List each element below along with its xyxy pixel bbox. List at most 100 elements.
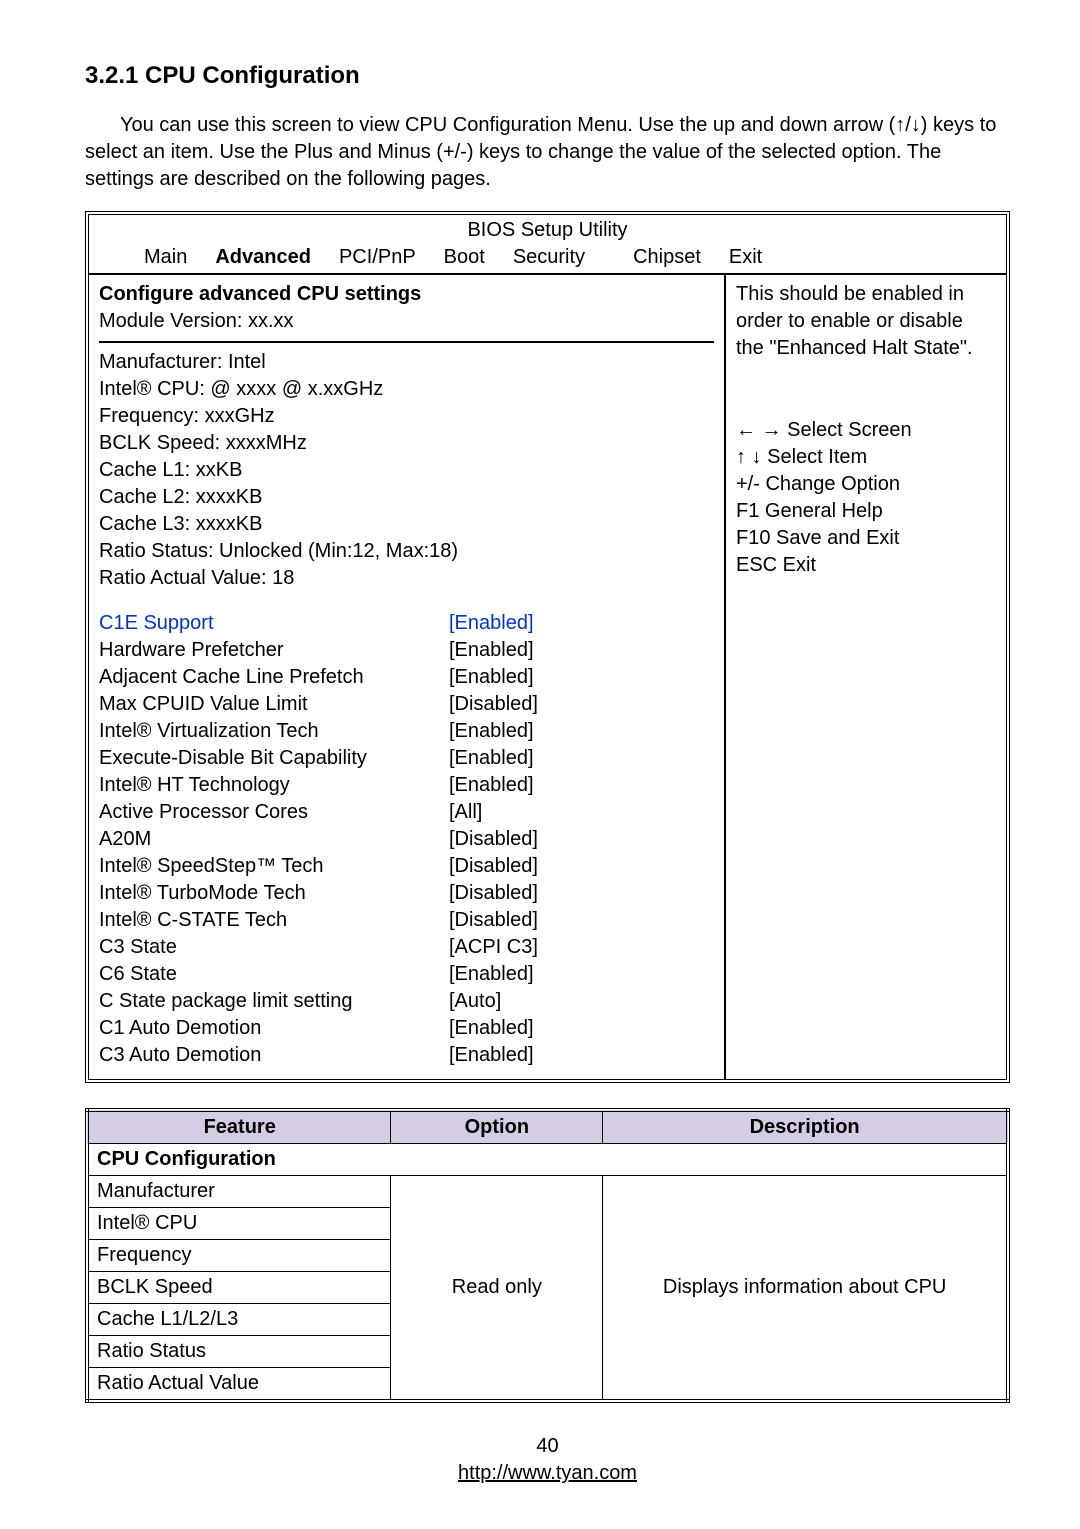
setting-value: [Enabled] xyxy=(449,718,534,745)
setting-row[interactable]: A20M[Disabled] xyxy=(99,826,714,853)
selected-label: C1E Support xyxy=(99,610,449,637)
setting-label: Execute-Disable Bit Capability xyxy=(99,745,449,772)
sysinfo-line: Frequency: xxxGHz xyxy=(99,403,714,430)
table-subhead: CPU Configuration xyxy=(87,1144,1008,1176)
nav-line: ↑ ↓ Select Item xyxy=(736,444,996,471)
setting-value: [Auto] xyxy=(449,988,501,1015)
menu-pcipnp[interactable]: PCI/PnP xyxy=(339,244,416,271)
sysinfo-line: BCLK Speed: xxxxMHz xyxy=(99,430,714,457)
setting-value: [ACPI C3] xyxy=(449,934,538,961)
sysinfo-line: Cache L2: xxxxKB xyxy=(99,484,714,511)
sysinfo-line: Cache L3: xxxxKB xyxy=(99,511,714,538)
setting-label: C6 State xyxy=(99,961,449,988)
nav-line: ESC Exit xyxy=(736,552,996,579)
setting-label: A20M xyxy=(99,826,449,853)
col-feature: Feature xyxy=(87,1110,391,1144)
selected-setting[interactable]: C1E Support [Enabled] xyxy=(99,610,714,637)
setting-label: Intel® SpeedStep™ Tech xyxy=(99,853,449,880)
feature-table: Feature Option Description CPU Configura… xyxy=(85,1108,1010,1403)
setting-value: [All] xyxy=(449,799,482,826)
nav-line: F10 Save and Exit xyxy=(736,525,996,552)
bios-right-pane: This should be enabled in order to enabl… xyxy=(726,275,1006,1079)
col-description: Description xyxy=(603,1110,1008,1144)
setting-row[interactable]: Adjacent Cache Line Prefetch[Enabled] xyxy=(99,664,714,691)
sysinfo-line: Intel® CPU: @ xxxx @ x.xxGHz xyxy=(99,376,714,403)
table-cell-feature: Cache L1/L2/L3 xyxy=(87,1304,391,1336)
setting-row[interactable]: C6 State[Enabled] xyxy=(99,961,714,988)
setting-row[interactable]: C3 State[ACPI C3] xyxy=(99,934,714,961)
setting-value: [Enabled] xyxy=(449,1042,534,1069)
page-footer: 40 http://www.tyan.com xyxy=(85,1433,1010,1487)
nav-line: ← → Select Screen xyxy=(736,417,996,444)
setting-value: [Enabled] xyxy=(449,772,534,799)
selected-value: [Enabled] xyxy=(449,610,534,637)
context-help: This should be enabled in order to enabl… xyxy=(736,281,996,362)
setting-value: [Enabled] xyxy=(449,745,534,772)
setting-label: C1 Auto Demotion xyxy=(99,1015,449,1042)
menu-security[interactable]: Security xyxy=(513,244,585,271)
bios-setup-box: BIOS Setup Utility Main Advanced PCI/PnP… xyxy=(85,211,1010,1083)
sysinfo-line: Ratio Actual Value: 18 xyxy=(99,565,714,592)
setting-row[interactable]: Execute-Disable Bit Capability[Enabled] xyxy=(99,745,714,772)
setting-label: Intel® TurboMode Tech xyxy=(99,880,449,907)
table-cell-feature: BCLK Speed xyxy=(87,1272,391,1304)
bios-left-pane: Configure advanced CPU settings Module V… xyxy=(89,275,726,1079)
setting-row[interactable]: C1 Auto Demotion[Enabled] xyxy=(99,1015,714,1042)
table-cell-feature: Manufacturer xyxy=(87,1176,391,1208)
setting-label: C3 Auto Demotion xyxy=(99,1042,449,1069)
setting-row[interactable]: Intel® C-STATE Tech[Disabled] xyxy=(99,907,714,934)
setting-value: [Disabled] xyxy=(449,880,538,907)
menu-main[interactable]: Main xyxy=(144,244,187,271)
footer-link[interactable]: http://www.tyan.com xyxy=(458,1462,637,1484)
menu-exit[interactable]: Exit xyxy=(729,244,762,271)
setting-label: C3 State xyxy=(99,934,449,961)
setting-value: [Enabled] xyxy=(449,1015,534,1042)
intro-paragraph: You can use this screen to view CPU Conf… xyxy=(85,112,1010,193)
setting-label: Adjacent Cache Line Prefetch xyxy=(99,664,449,691)
setting-row[interactable]: Intel® SpeedStep™ Tech[Disabled] xyxy=(99,853,714,880)
setting-value: [Enabled] xyxy=(449,664,534,691)
col-option: Option xyxy=(391,1110,603,1144)
setting-value: [Enabled] xyxy=(449,961,534,988)
menu-boot[interactable]: Boot xyxy=(444,244,485,271)
setting-value: [Disabled] xyxy=(449,907,538,934)
setting-label: C State package limit setting xyxy=(99,988,449,1015)
bios-menu-row: Main Advanced PCI/PnP Boot Security Chip… xyxy=(89,244,1006,273)
setting-row[interactable]: Max CPUID Value Limit[Disabled] xyxy=(99,691,714,718)
nav-help: ← → Select Screen ↑ ↓ Select Item +/- Ch… xyxy=(736,417,996,579)
table-cell-feature: Intel® CPU xyxy=(87,1208,391,1240)
setting-row[interactable]: C3 Auto Demotion[Enabled] xyxy=(99,1042,714,1069)
setting-label: Max CPUID Value Limit xyxy=(99,691,449,718)
setting-value: [Disabled] xyxy=(449,853,538,880)
setting-label: Intel® Virtualization Tech xyxy=(99,718,449,745)
table-cell-feature: Frequency xyxy=(87,1240,391,1272)
configure-title: Configure advanced CPU settings xyxy=(99,281,714,308)
table-cell-option: Read only xyxy=(391,1176,603,1402)
setting-row[interactable]: Intel® TurboMode Tech[Disabled] xyxy=(99,880,714,907)
setting-value: [Disabled] xyxy=(449,826,538,853)
nav-line: F1 General Help xyxy=(736,498,996,525)
table-cell-feature: Ratio Status xyxy=(87,1336,391,1368)
sysinfo-line: Manufacturer: Intel xyxy=(99,349,714,376)
bios-title: BIOS Setup Utility xyxy=(89,215,1006,244)
setting-row[interactable]: Hardware Prefetcher[Enabled] xyxy=(99,637,714,664)
section-heading: 3.2.1 CPU Configuration xyxy=(85,60,1010,92)
sysinfo-line: Cache L1: xxKB xyxy=(99,457,714,484)
nav-line: +/- Change Option xyxy=(736,471,996,498)
setting-label: Intel® C-STATE Tech xyxy=(99,907,449,934)
menu-advanced[interactable]: Advanced xyxy=(215,244,311,271)
table-cell-desc: Displays information about CPU xyxy=(603,1176,1008,1402)
setting-label: Intel® HT Technology xyxy=(99,772,449,799)
module-version: Module Version: xx.xx xyxy=(99,308,714,335)
setting-value: [Disabled] xyxy=(449,691,538,718)
page-number: 40 xyxy=(85,1433,1010,1460)
setting-row[interactable]: Intel® Virtualization Tech[Enabled] xyxy=(99,718,714,745)
setting-row[interactable]: Active Processor Cores[All] xyxy=(99,799,714,826)
menu-chipset[interactable]: Chipset xyxy=(633,244,701,271)
setting-row[interactable]: C State package limit setting[Auto] xyxy=(99,988,714,1015)
sysinfo-line: Ratio Status: Unlocked (Min:12, Max:18) xyxy=(99,538,714,565)
setting-row[interactable]: Intel® HT Technology[Enabled] xyxy=(99,772,714,799)
cpu-info-box: Manufacturer: Intel Intel® CPU: @ xxxx @… xyxy=(99,341,714,1069)
setting-label: Hardware Prefetcher xyxy=(99,637,449,664)
table-cell-feature: Ratio Actual Value xyxy=(87,1368,391,1402)
